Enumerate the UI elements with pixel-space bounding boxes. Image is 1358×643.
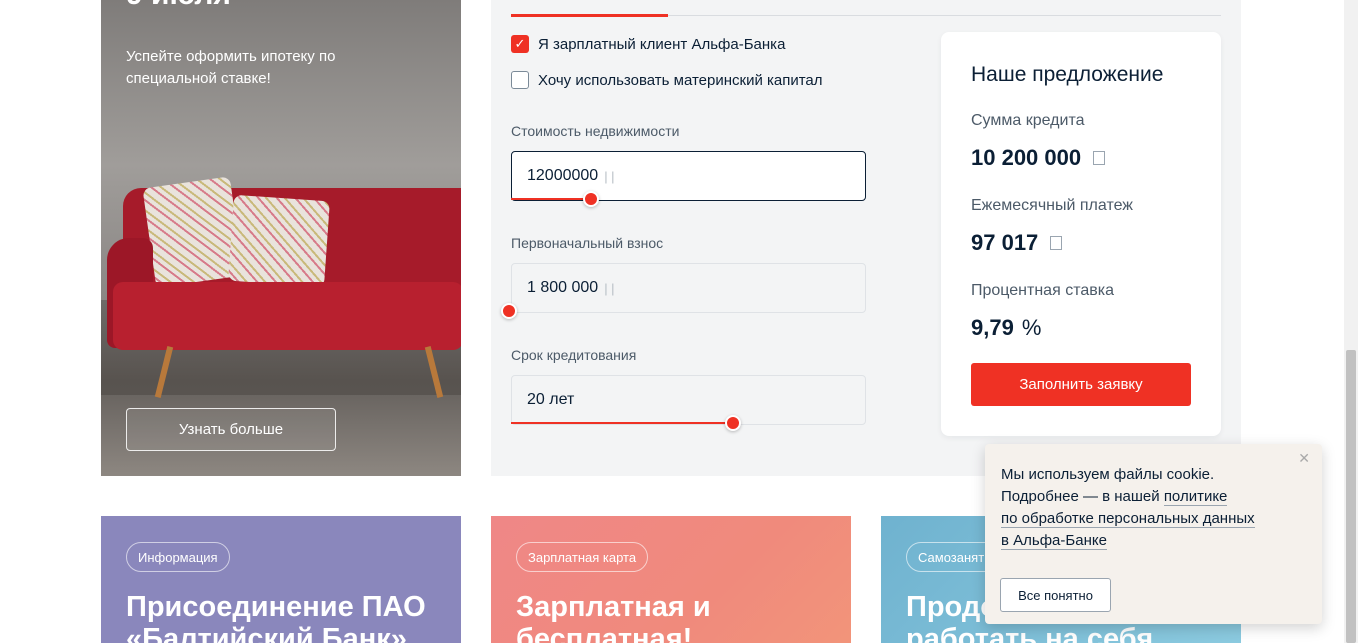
checkbox-checked-icon[interactable]: ✓	[511, 35, 529, 53]
loan-term-value: 20 лет	[527, 391, 575, 408]
cookie-text: Мы используем файлы cookie. Подробнее — …	[1001, 464, 1301, 552]
down-payment-label: Первоначальный взнос	[511, 235, 664, 251]
apply-button[interactable]: Заполнить заявку	[971, 363, 1191, 406]
card-title: Зарплатная и бесплатная!	[516, 591, 711, 643]
salary-client-checkbox-row[interactable]: ✓ Я зарплатный клиент Альфа-Банка	[511, 35, 785, 53]
offer-title: Наше предложение	[971, 63, 1164, 86]
accept-cookies-button[interactable]: Все понятно	[1000, 578, 1111, 612]
promo-title: 9 июля	[126, 0, 231, 12]
property-price-value: 12000000	[527, 167, 599, 184]
news-card-info[interactable]: Информация Присоединение ПАО «Балтийский…	[101, 516, 461, 643]
loan-sum-number: 10 200 000	[971, 145, 1082, 170]
checkbox-unchecked-icon[interactable]	[511, 71, 529, 89]
card-title: Присоединение ПАО «Балтийский Банк»	[126, 591, 426, 643]
currency-icon: | |	[604, 168, 615, 184]
card-chip: Информация	[126, 542, 230, 572]
privacy-policy-link[interactable]: политике	[1163, 488, 1228, 506]
sofa-leg-left	[154, 346, 174, 398]
learn-more-button[interactable]: Узнать больше	[126, 408, 336, 451]
property-price-slider-track	[511, 198, 593, 200]
currency-icon: | |	[604, 280, 615, 296]
property-price-input[interactable]: 12000000 | |	[511, 151, 866, 201]
promo-text: Успейте оформить ипотеку по специальной …	[126, 48, 336, 87]
down-payment-input[interactable]: 1 800 000 | |	[511, 263, 866, 313]
page: 9 июля Успейте оформить ипотеку по специ…	[0, 0, 1358, 643]
interest-rate-number: 9,79	[971, 315, 1014, 340]
loan-sum-label: Сумма кредита	[971, 112, 1085, 129]
privacy-policy-link-2[interactable]: по обработке персональных данных	[1001, 510, 1255, 528]
interest-rate-label: Процентная ставка	[971, 282, 1114, 299]
monthly-payment-number: 97 017	[971, 230, 1039, 255]
ruble-icon	[1050, 236, 1063, 250]
promo-card: 9 июля Успейте оформить ипотеку по специ…	[101, 0, 461, 476]
offer-card: Наше предложение Сумма кредита 10 200 00…	[941, 32, 1221, 436]
scrollbar-thumb[interactable]	[1346, 350, 1356, 643]
loan-term-input[interactable]: 20 лет	[511, 375, 866, 425]
cookie-line1: Мы используем файлы cookie.	[1001, 466, 1215, 483]
monthly-payment-label: Ежемесячный платеж	[971, 197, 1134, 214]
property-price-label: Стоимость недвижимости	[511, 123, 680, 139]
checkbox-label: Хочу использовать материнский капитал	[538, 71, 823, 89]
ruble-icon	[1093, 151, 1106, 165]
loan-term-label: Срок кредитования	[511, 347, 637, 363]
page-scrollbar[interactable]	[1344, 0, 1358, 643]
tab-active-indicator	[511, 14, 668, 17]
sofa-seat	[113, 282, 461, 350]
down-payment-value: 1 800 000	[527, 279, 599, 296]
sofa-leg-right	[424, 346, 444, 398]
cookie-banner: ✕ Мы используем файлы cookie. Подробнее …	[985, 444, 1322, 624]
card-chip: Зарплатная карта	[516, 542, 649, 572]
percent-unit: %	[1021, 315, 1042, 340]
interest-rate-value: 9,79 %	[971, 315, 1041, 341]
loan-term-slider-handle[interactable]	[725, 415, 741, 431]
loan-term-slider-track	[511, 422, 735, 424]
maternity-capital-checkbox-row[interactable]: Хочу использовать материнский капитал	[511, 71, 823, 89]
news-card-salary[interactable]: Зарплатная карта Зарплатная и бесплатная…	[491, 516, 851, 643]
property-price-slider-handle[interactable]	[583, 191, 599, 207]
pillow-right	[228, 194, 330, 288]
loan-sum-value: 10 200 000	[971, 145, 1106, 171]
privacy-policy-link-3[interactable]: в Альфа-Банке	[1001, 532, 1107, 550]
checkbox-label: Я зарплатный клиент Альфа-Банка	[538, 35, 786, 53]
down-payment-slider-handle[interactable]	[501, 303, 517, 319]
monthly-payment-value: 97 017	[971, 230, 1063, 256]
cookie-line2: Подробнее — в нашей	[1001, 488, 1164, 505]
